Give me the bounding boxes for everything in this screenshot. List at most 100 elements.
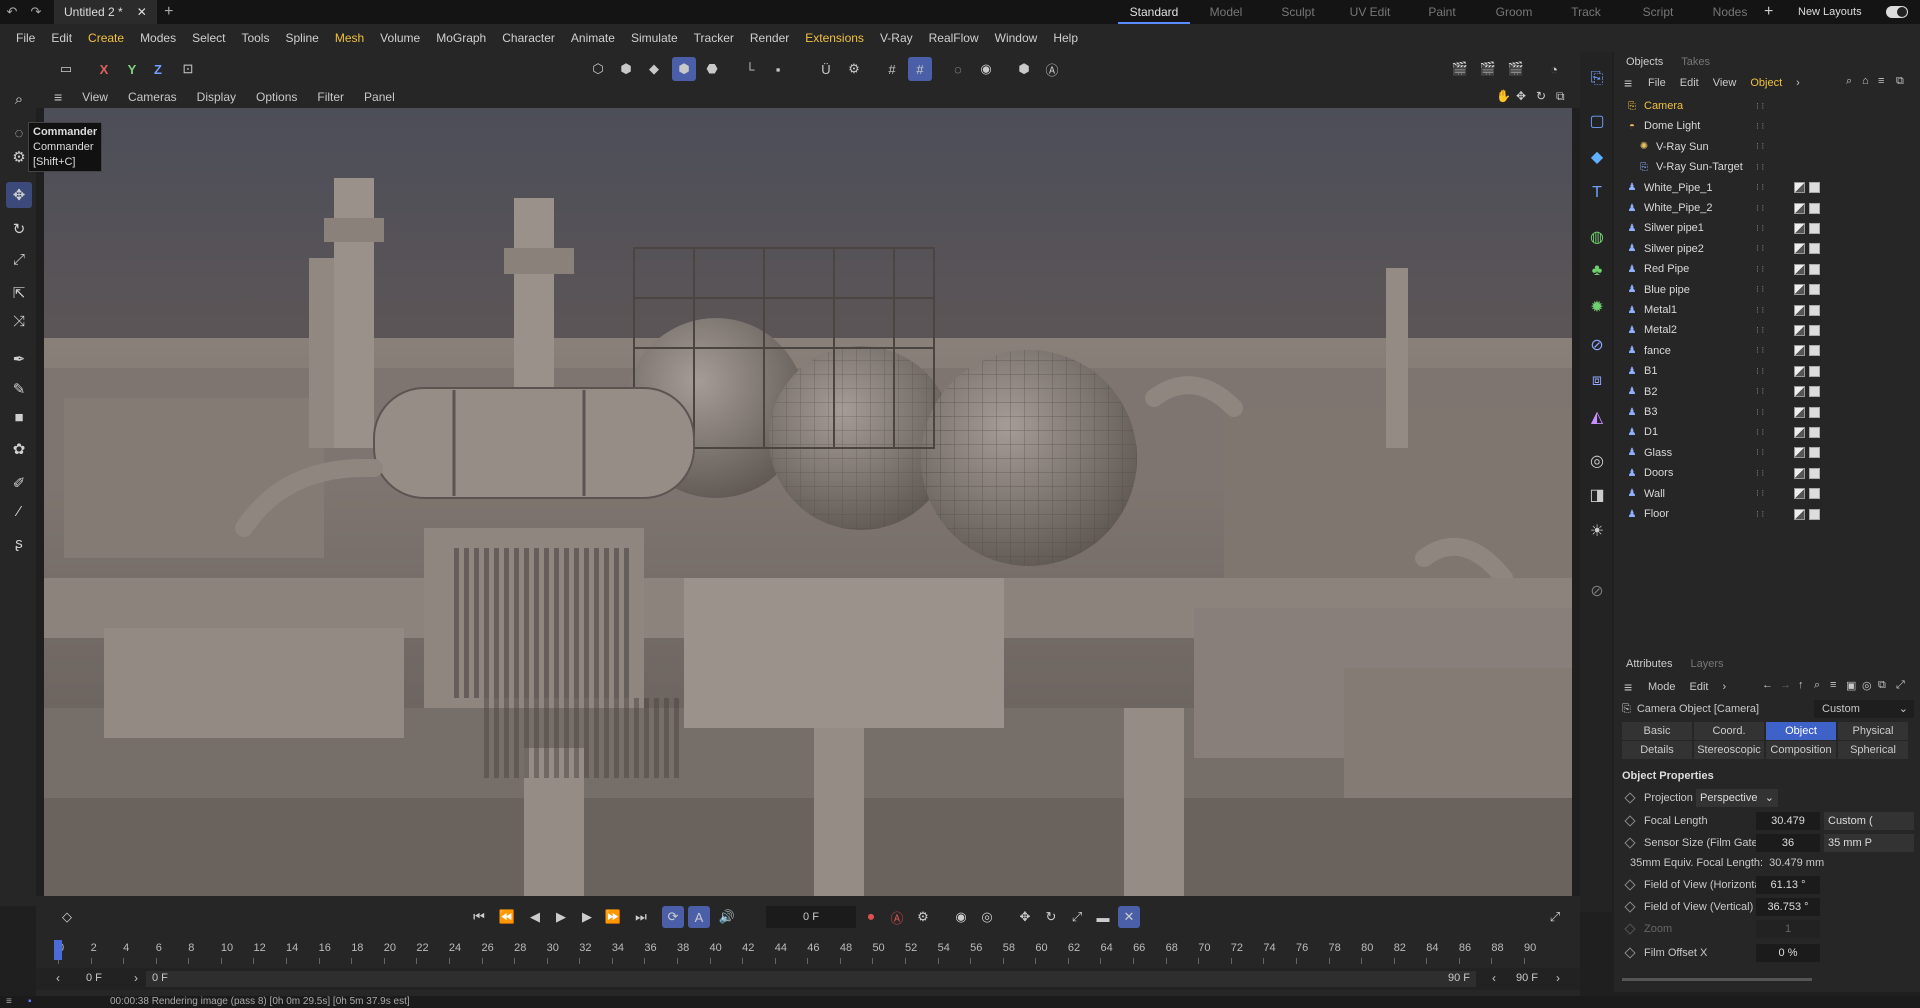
- object-row[interactable]: ♟ B1 ⁝ ⁝: [1614, 361, 1920, 381]
- keyframe-icon[interactable]: [1624, 947, 1636, 959]
- fov-h-input[interactable]: 61.13 °: [1756, 876, 1820, 894]
- timeline-ruler[interactable]: 0246810121416182022242628303234363840424…: [58, 896, 1554, 966]
- layout-tab-uv-edit[interactable]: UV Edit: [1334, 0, 1406, 24]
- menu-mograph[interactable]: MoGraph: [428, 31, 494, 45]
- material-tag-icon[interactable]: [1794, 365, 1805, 377]
- object-row[interactable]: ♟ D1 ⁝ ⁝: [1614, 422, 1920, 442]
- material-tag-icon[interactable]: [1794, 447, 1805, 459]
- sketch-icon[interactable]: ✎: [6, 376, 32, 402]
- 3d-viewport[interactable]: [44, 108, 1572, 896]
- tab-attributes[interactable]: Attributes: [1626, 658, 1672, 670]
- menu-edit[interactable]: Edit: [43, 31, 80, 45]
- texture-tag-icon[interactable]: [1809, 304, 1820, 316]
- grid-icon[interactable]: #: [880, 57, 904, 81]
- object-row[interactable]: ⎘ Camera ⁝ ⁝: [1614, 96, 1920, 116]
- objects-menu-object[interactable]: Object: [1750, 77, 1782, 89]
- forward-arrow-icon[interactable]: →: [1780, 679, 1791, 691]
- visibility-dots[interactable]: ⁝ ⁝: [1756, 182, 1764, 193]
- menu-character[interactable]: Character: [494, 31, 563, 45]
- cube-tool-icon[interactable]: ■: [6, 404, 32, 430]
- keyframe-icon[interactable]: [1624, 837, 1636, 849]
- mograph-icon[interactable]: ✿: [6, 436, 32, 462]
- transform-tool-icon[interactable]: ⤨: [6, 308, 32, 334]
- coordinate-system-icon[interactable]: ▭: [54, 57, 78, 81]
- attributes-menu-mode[interactable]: Mode: [1648, 681, 1676, 693]
- close-icon[interactable]: ✕: [137, 5, 147, 19]
- render-to-picture-viewer-icon[interactable]: 🎬: [1476, 57, 1500, 81]
- undo-icon[interactable]: ↶: [0, 0, 24, 24]
- material-tag-icon[interactable]: [1794, 508, 1805, 520]
- range-left-arrow-icon[interactable]: ‹: [1492, 971, 1496, 985]
- end-field-value[interactable]: 90 F: [1516, 972, 1538, 984]
- menu-extensions[interactable]: Extensions: [797, 31, 872, 45]
- start-field-value[interactable]: 0 F: [86, 972, 102, 984]
- object-row[interactable]: ♟ Wall ⁝ ⁝: [1614, 484, 1920, 504]
- visibility-dots[interactable]: ⁝ ⁝: [1756, 509, 1764, 520]
- quantize-icon[interactable]: #: [908, 57, 932, 81]
- tab-layers[interactable]: Layers: [1690, 658, 1723, 670]
- material-tag-icon[interactable]: [1794, 284, 1805, 296]
- objects-menu-file[interactable]: File: [1648, 77, 1666, 89]
- range-left-arrow-icon[interactable]: ‹: [56, 971, 60, 985]
- visibility-dots[interactable]: ⁝ ⁝: [1756, 243, 1764, 254]
- light-object-icon[interactable]: ☀: [1584, 518, 1610, 544]
- material-tag-icon[interactable]: [1794, 345, 1805, 357]
- brush-icon[interactable]: ✐: [6, 470, 32, 496]
- tab-takes[interactable]: Takes: [1681, 56, 1710, 68]
- material-tag-icon[interactable]: [1794, 324, 1805, 336]
- move-view-icon[interactable]: ✥: [1516, 89, 1526, 103]
- material-tags[interactable]: [1794, 406, 1820, 418]
- home-icon[interactable]: ⌂: [1862, 75, 1869, 87]
- sensor-input[interactable]: 36: [1756, 834, 1820, 852]
- texture-tag-icon[interactable]: [1809, 467, 1820, 479]
- visibility-dots[interactable]: ⁝ ⁝: [1756, 203, 1764, 214]
- chevron-right-icon[interactable]: ›: [1796, 77, 1800, 89]
- menu-realflow[interactable]: RealFlow: [921, 31, 987, 45]
- preset-dropdown[interactable]: Custom ⌄: [1814, 700, 1914, 718]
- filter-icon[interactable]: ≡: [1830, 679, 1836, 691]
- viewport-menu-cameras[interactable]: Cameras: [118, 90, 187, 104]
- x-axis-lock-button[interactable]: X: [92, 57, 116, 81]
- material-tag-icon[interactable]: [1794, 386, 1805, 398]
- visibility-dots[interactable]: ⁝ ⁝: [1756, 305, 1764, 316]
- camera-tool-icon[interactable]: ⎘: [1584, 66, 1610, 92]
- rotate-tool-icon[interactable]: ↻: [6, 216, 32, 242]
- cloner-icon[interactable]: ♣: [1584, 258, 1610, 284]
- snap-settings-icon[interactable]: ⚙: [842, 57, 866, 81]
- range-right-arrow-icon[interactable]: ›: [1556, 971, 1560, 985]
- settings-icon[interactable]: ◎: [1862, 679, 1872, 692]
- sensor-preset[interactable]: 35 mm P: [1824, 834, 1914, 852]
- object-row[interactable]: ♟ White_Pipe_2 ⁝ ⁝: [1614, 198, 1920, 218]
- object-row[interactable]: ♟ Doors ⁝ ⁝: [1614, 463, 1920, 483]
- edges-mode-icon[interactable]: ⬢: [614, 57, 638, 81]
- camera-object-icon[interactable]: ◨: [1584, 482, 1610, 508]
- material-tags[interactable]: [1794, 488, 1820, 500]
- playhead[interactable]: [54, 940, 62, 960]
- object-row[interactable]: ♟ fance ⁝ ⁝: [1614, 341, 1920, 361]
- spline-pen-icon[interactable]: ✒: [6, 346, 32, 372]
- attr-tab-stereoscopic[interactable]: Stereoscopic: [1694, 741, 1764, 759]
- menu-window[interactable]: Window: [987, 31, 1046, 45]
- attr-tab-physical[interactable]: Physical: [1838, 722, 1908, 740]
- attributes-hamburger-icon[interactable]: ≡: [1624, 679, 1632, 695]
- texture-tag-icon[interactable]: [1809, 182, 1820, 194]
- keyframe-icon[interactable]: [1624, 901, 1636, 913]
- layout-tab-model[interactable]: Model: [1190, 0, 1262, 24]
- viewport-menu-options[interactable]: Options: [246, 90, 307, 104]
- object-row[interactable]: ♟ B3 ⁝ ⁝: [1614, 402, 1920, 422]
- visibility-dots[interactable]: ⁝ ⁝: [1756, 468, 1764, 479]
- object-row[interactable]: ⎘ V-Ray Sun-Target ⁝ ⁝: [1614, 157, 1920, 177]
- menu-tools[interactable]: Tools: [233, 31, 277, 45]
- menu-spline[interactable]: Spline: [277, 31, 326, 45]
- object-row[interactable]: ♟ B2 ⁝ ⁝: [1614, 382, 1920, 402]
- material-tags[interactable]: [1794, 447, 1820, 459]
- pan-icon[interactable]: ✋: [1496, 89, 1511, 103]
- lock-icon[interactable]: ▣: [1846, 679, 1856, 692]
- menu-v-ray[interactable]: V-Ray: [872, 31, 921, 45]
- texture-tag-icon[interactable]: [1809, 222, 1820, 234]
- keyframe-icon[interactable]: [1624, 792, 1636, 804]
- texture-tag-icon[interactable]: [1809, 202, 1820, 214]
- fov-v-input[interactable]: 36.753 °: [1756, 898, 1820, 916]
- projection-dropdown[interactable]: Perspective ⌄: [1696, 789, 1778, 807]
- material-tags[interactable]: [1794, 243, 1820, 255]
